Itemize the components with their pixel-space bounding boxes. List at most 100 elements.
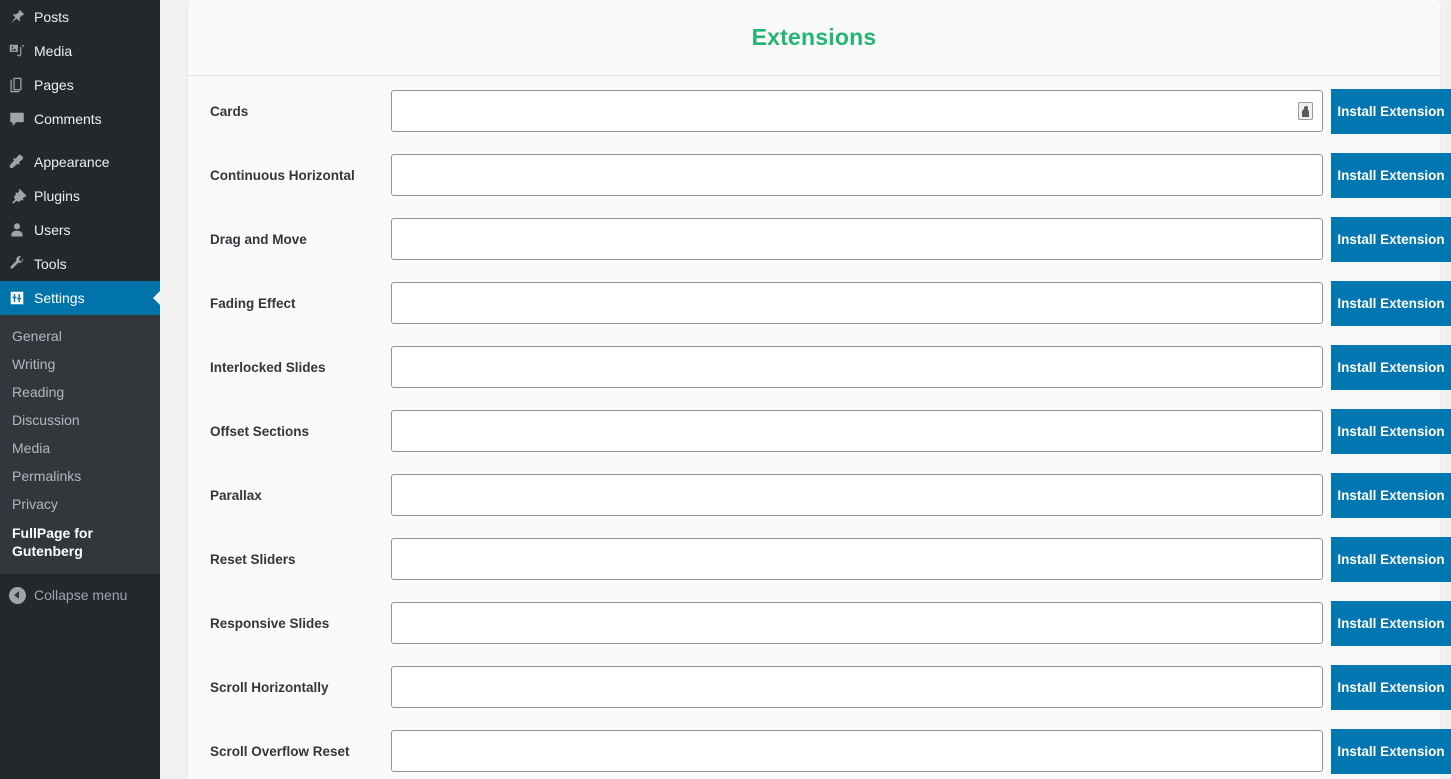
autofill-contact-card-icon[interactable] [1298,102,1313,120]
sidebar-item-label: Plugins [34,188,80,204]
extension-field-wrapper [391,154,1331,196]
extension-license-input[interactable] [391,410,1323,452]
sidebar-item-label: Pages [34,77,74,93]
extension-label: Fading Effect [210,295,296,311]
submenu-item-media[interactable]: Media [0,434,160,462]
submenu-item-fullpage-for-gutenberg[interactable]: FullPage for Gutenberg [0,518,140,566]
extension-license-input[interactable] [391,666,1323,708]
main-content: Extensions Cards Install Extension Continu… [160,0,1451,779]
extension-label: Interlocked Slides [210,359,326,375]
appearance-icon [0,145,34,179]
extension-row: Interlocked Slides Install Extension [188,335,1451,399]
media-icon [0,34,34,68]
sidebar-item-label: Users [34,222,71,238]
extension-label: Drag and Move [210,231,307,247]
plugins-icon [0,179,34,213]
submenu-item-general[interactable]: General [0,322,160,350]
install-extension-button[interactable]: Install Extension [1331,152,1451,198]
install-extension-button[interactable]: Install Extension [1331,600,1451,646]
extension-row: Cards Install Extension [188,79,1451,143]
tools-icon [0,247,34,281]
submenu-item-reading[interactable]: Reading [0,378,160,406]
settings-submenu: General Writing Reading Discussion Media Perm… [0,315,160,574]
sidebar-item-label: Appearance [34,154,110,170]
extension-license-input[interactable] [391,474,1323,516]
page-title: Extensions [751,24,877,50]
sidebar-item-pages[interactable]: Pages [0,68,160,102]
extension-field-wrapper [391,666,1331,708]
menu-separator [0,136,160,145]
submenu-item-privacy[interactable]: Privacy [0,490,160,518]
sidebar-item-tools[interactable]: Tools [0,247,160,281]
sidebar-item-label: Media [34,43,73,59]
collapse-menu-button[interactable]: Collapse menu [0,578,160,612]
extension-license-input[interactable] [391,602,1323,644]
extension-license-input[interactable] [391,282,1323,324]
extension-license-input[interactable] [391,538,1323,580]
pages-icon [0,68,34,102]
sidebar-item-plugins[interactable]: Plugins [0,179,160,213]
users-icon [0,213,34,247]
extension-row: Reset Sliders Install Extension [188,527,1451,591]
extensions-card: Extensions Cards Install Extension Continu… [188,0,1451,779]
sidebar-item-label: Posts [34,9,70,25]
admin-sidebar: Posts Media Pages Comments Appearance Plugins… [0,0,160,779]
extension-label: Parallax [210,487,262,503]
comments-icon [0,102,34,136]
extension-row: Scroll Horizontally Install Extension [188,655,1451,719]
extension-row: Parallax Install Extension [188,463,1451,527]
install-extension-button[interactable]: Install Extension [1331,344,1451,390]
submenu-item-permalinks[interactable]: Permalinks [0,462,160,490]
extension-label: Scroll Horizontally [210,679,329,695]
install-extension-button[interactable]: Install Extension [1331,216,1451,262]
collapse-menu-label: Collapse menu [34,587,128,603]
extension-row: Offset Sections Install Extension [188,399,1451,463]
extension-row: Responsive Slides Install Extension [188,591,1451,655]
extension-label: Reset Sliders [210,551,296,567]
install-extension-button[interactable]: Install Extension [1331,728,1451,774]
extension-license-input[interactable] [391,218,1323,260]
extension-field-wrapper [391,602,1331,644]
extension-field-wrapper [391,730,1331,772]
sidebar-item-settings[interactable]: Settings [0,281,160,315]
sidebar-item-posts[interactable]: Posts [0,0,160,34]
submenu-item-writing[interactable]: Writing [0,350,160,378]
install-extension-button[interactable]: Install Extension [1331,664,1451,710]
install-extension-button[interactable]: Install Extension [1331,280,1451,326]
sidebar-item-appearance[interactable]: Appearance [0,145,160,179]
install-extension-button[interactable]: Install Extension [1331,472,1451,518]
extensions-list: Cards Install Extension Continuous Horizon… [188,76,1451,779]
sidebar-item-comments[interactable]: Comments [0,102,160,136]
extension-field-wrapper [391,538,1331,580]
sidebar-item-media[interactable]: Media [0,34,160,68]
extension-label: Scroll Overflow Reset [210,743,350,759]
extension-row: Scroll Overflow Reset Install Extension [188,719,1451,779]
extension-field-wrapper [391,410,1331,452]
pin-icon [0,0,34,34]
install-extension-button[interactable]: Install Extension [1331,536,1451,582]
extension-row: Continuous Horizontal Install Extension [188,143,1451,207]
extension-field-wrapper [391,282,1331,324]
settings-icon [0,281,34,315]
extension-license-input[interactable] [391,154,1323,196]
collapse-arrow-icon [0,586,34,604]
extension-label: Continuous Horizontal [210,167,355,183]
admin-page: Posts Media Pages Comments Appearance Plugins… [0,0,1451,779]
extension-license-input[interactable] [391,730,1323,772]
install-extension-button[interactable]: Install Extension [1331,408,1451,454]
submenu-item-discussion[interactable]: Discussion [0,406,160,434]
extension-label: Offset Sections [210,423,310,439]
sidebar-item-label: Comments [34,111,102,127]
extension-license-input[interactable] [391,90,1323,132]
page-header: Extensions [188,0,1440,76]
extension-label: Responsive Slides [210,615,330,631]
extension-license-input[interactable] [391,346,1323,388]
sidebar-item-label: Tools [34,256,67,272]
extension-row: Drag and Move Install Extension [188,207,1451,271]
extension-field-wrapper [391,90,1331,132]
sidebar-item-users[interactable]: Users [0,213,160,247]
install-extension-button[interactable]: Install Extension [1331,88,1451,134]
sidebar-item-label: Settings [34,290,85,306]
extension-field-wrapper [391,346,1331,388]
extension-field-wrapper [391,218,1331,260]
